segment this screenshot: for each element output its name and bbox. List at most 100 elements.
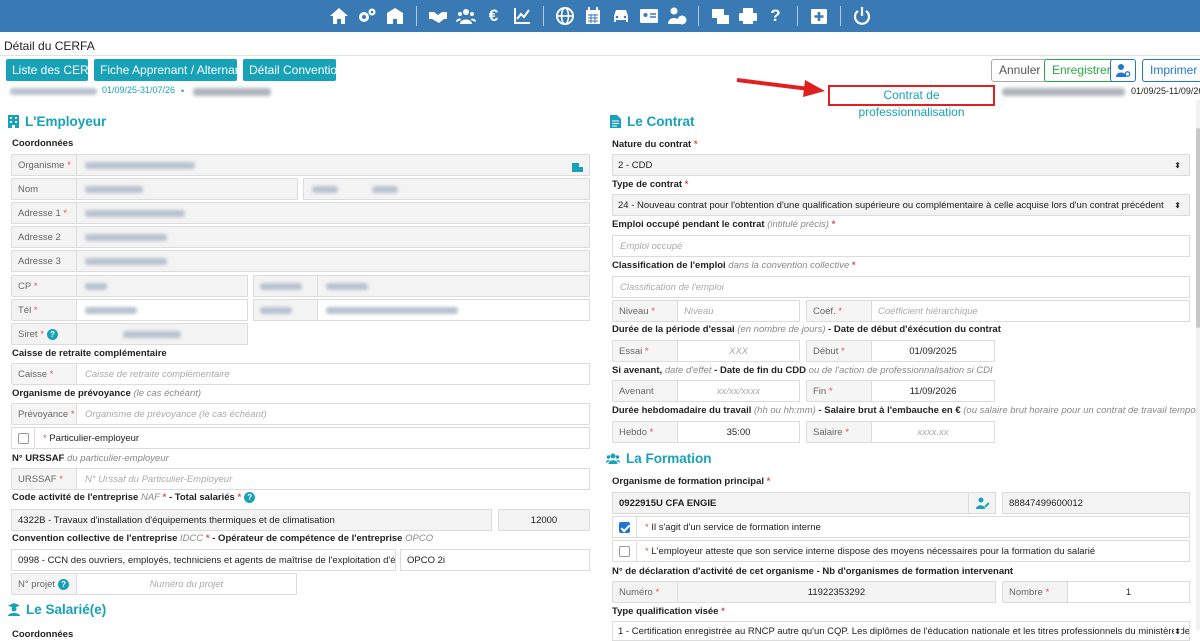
- type-select[interactable]: 24 - Nouveau contrat pour l'obtention d'…: [612, 194, 1190, 216]
- label-text: - Date de début d'éxécution du contrat: [828, 324, 1001, 335]
- select-value: 2 - CDD: [618, 159, 653, 171]
- field-label: Salaire: [813, 426, 843, 438]
- placeholder: Numéro du projet: [149, 578, 224, 590]
- formation-section-title: La Formation: [606, 451, 712, 466]
- user-clock-icon[interactable]: [666, 5, 688, 27]
- numero-field[interactable]: 11922353292: [677, 581, 996, 603]
- imprimer-button[interactable]: Imprimer: [1142, 59, 1200, 82]
- adresse3-label: Adresse 3: [11, 250, 77, 272]
- niveau-input[interactable]: Niveau: [677, 300, 800, 322]
- cp-field[interactable]: [76, 275, 248, 297]
- section-title-text: La Formation: [626, 451, 712, 466]
- top-navbar: € ?: [0, 0, 1200, 32]
- placeholder: xxxx.xx: [917, 426, 949, 438]
- fiche-apprenant-button[interactable]: Fiche Apprenant / Alternance: [94, 59, 254, 81]
- urssaf-input[interactable]: N° Urssaf du Particulier-Employeur: [76, 468, 590, 490]
- field-label: Siret: [18, 328, 38, 340]
- naf-title: Code activité de l'entreprise NAF * - To…: [12, 492, 256, 503]
- nombre-field[interactable]: 1: [1067, 581, 1190, 603]
- prevoyance-input[interactable]: Organisme de prévoyance (le cas échéant): [76, 403, 590, 425]
- nom-field[interactable]: [76, 178, 298, 200]
- org-user-button[interactable]: [968, 492, 996, 514]
- scrollbar-thumb[interactable]: [1196, 128, 1200, 328]
- home-icon[interactable]: [328, 5, 350, 27]
- siret-field[interactable]: [76, 323, 248, 345]
- field-label: CP: [18, 280, 32, 292]
- print-icon[interactable]: [737, 5, 759, 27]
- line-chart-icon[interactable]: [511, 5, 533, 27]
- building-icon: [8, 115, 19, 128]
- help-icon[interactable]: ?: [58, 578, 70, 590]
- opco-field[interactable]: OPCO 2i: [400, 549, 590, 571]
- id-card-icon[interactable]: [638, 5, 660, 27]
- type-title: Type de contrat *: [612, 179, 689, 190]
- calendar-icon[interactable]: [582, 5, 604, 27]
- total-salaries-field[interactable]: 12000: [498, 509, 590, 531]
- qualif-select[interactable]: 1 - Certification enregistrée au RNCP au…: [612, 621, 1190, 641]
- globe-icon[interactable]: [554, 5, 576, 27]
- enregistrer-button[interactable]: Enregistrer: [1044, 59, 1119, 82]
- building-icon[interactable]: [384, 5, 406, 27]
- adresse1-field[interactable]: [76, 202, 590, 224]
- scrollbar[interactable]: [1196, 100, 1200, 630]
- checkbox-checked[interactable]: [619, 521, 630, 533]
- essai-input[interactable]: XXX: [677, 340, 800, 362]
- debut-input[interactable]: 01/09/2025: [871, 340, 995, 362]
- label-text: - Date de fin du CDD: [714, 365, 807, 376]
- label-hint: (intitulé précis): [767, 219, 829, 230]
- nav-separator: [839, 6, 841, 26]
- salaire-input[interactable]: xxxx.xx: [871, 421, 995, 443]
- organisme-label: Organisme *: [11, 154, 77, 176]
- caisse-input[interactable]: Caisse de retraite complémentaire: [76, 363, 590, 385]
- nom-complement-field[interactable]: [303, 178, 590, 200]
- field-label: Coéf.: [813, 305, 836, 317]
- adresse2-field[interactable]: [76, 226, 590, 248]
- adresse3-field[interactable]: [76, 250, 590, 272]
- decl-title: N° de déclaration d'activité de cet orga…: [612, 566, 1014, 577]
- org-field[interactable]: 0922915U CFA ENGIE: [612, 492, 969, 514]
- coef-input[interactable]: Coéfficient hiérarchique: [871, 300, 1190, 322]
- naf-field[interactable]: 4322B - Travaux d'installation d'équipem…: [11, 509, 492, 531]
- emploi-input[interactable]: Emploi occupé: [612, 235, 1190, 257]
- help-icon[interactable]: ?: [244, 492, 256, 503]
- avenant-input[interactable]: xx/xx/xxxx: [677, 380, 800, 402]
- users-icon[interactable]: [455, 5, 477, 27]
- car-icon[interactable]: [610, 5, 632, 27]
- checkbox-unchecked[interactable]: [17, 432, 29, 444]
- field-label: Organisme: [18, 159, 65, 171]
- particulier-checkbox[interactable]: [11, 427, 35, 449]
- atteste-checkbox[interactable]: [612, 540, 637, 562]
- checkbox-unchecked[interactable]: [619, 545, 630, 557]
- siret-label: Siret *?: [11, 323, 77, 345]
- adresse2-label: Adresse 2: [11, 226, 77, 248]
- caisse-label: Caisse *: [11, 363, 77, 385]
- user-action-button[interactable]: [1110, 59, 1136, 82]
- cogs-icon[interactable]: [356, 5, 378, 27]
- annuler-button[interactable]: Annuler: [991, 59, 1049, 82]
- hebdo-input[interactable]: 35:00: [677, 421, 800, 443]
- interne-checkbox[interactable]: [612, 516, 637, 538]
- mail-bulk-icon[interactable]: [709, 5, 731, 27]
- organisme-field[interactable]: [76, 154, 590, 176]
- handshake-icon[interactable]: [427, 5, 449, 27]
- tel-field[interactable]: [76, 299, 248, 321]
- org-siret-field[interactable]: 88847499600012: [1002, 492, 1190, 514]
- email-field[interactable]: [317, 299, 590, 321]
- classif-input[interactable]: Classification de l'emploi: [612, 276, 1190, 298]
- medical-box-icon[interactable]: [808, 5, 830, 27]
- detail-convention-button[interactable]: Détail Convention: [243, 59, 344, 81]
- fin-input[interactable]: 11/09/2026: [871, 380, 995, 402]
- liste-cerfa-button[interactable]: Liste des CERFA: [6, 59, 103, 81]
- nature-select[interactable]: 2 - CDD ⬍: [612, 154, 1190, 176]
- power-icon[interactable]: [851, 5, 873, 27]
- idcc-field[interactable]: 0998 - CCN des ouvriers, employés, techn…: [11, 549, 396, 571]
- particulier-label: * Particulier-employeur: [34, 427, 590, 449]
- projet-input[interactable]: Numéro du projet: [76, 573, 297, 595]
- commune-field[interactable]: [317, 275, 590, 297]
- essai-label: Essai *: [612, 340, 678, 362]
- help-icon[interactable]: ?: [46, 328, 58, 340]
- label-text: Si avenant,: [612, 365, 663, 376]
- redacted-text: [85, 282, 107, 290]
- euro-icon[interactable]: €: [483, 5, 505, 27]
- question-icon[interactable]: ?: [765, 5, 787, 27]
